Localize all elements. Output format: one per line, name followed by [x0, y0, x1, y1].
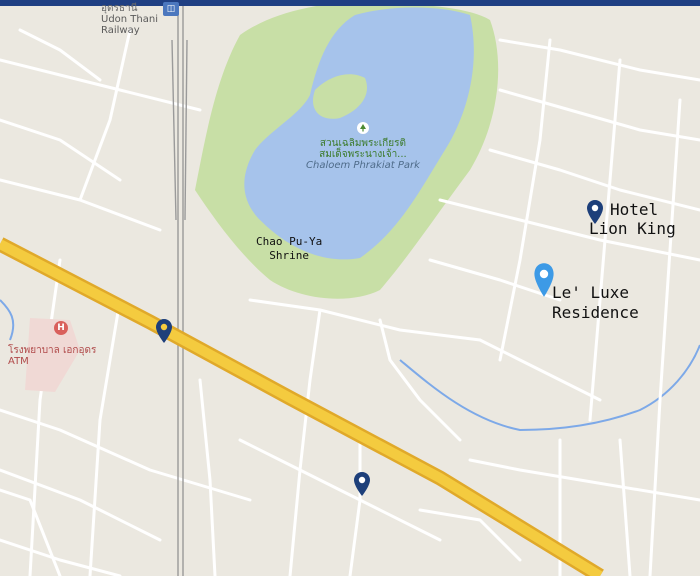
shrine-label-line1: Chao Pu-Ya: [256, 235, 323, 248]
hospital-label[interactable]: โรงพยาบาล เอกอุดร ATM: [8, 345, 96, 367]
park-thai-line1: สวนเฉลิมพระเกียรติ: [319, 138, 406, 149]
tree-icon: [356, 122, 369, 134]
residence-label-line2: Residence: [552, 303, 639, 322]
park-english-name: Chaloem Phrakiat Park: [306, 160, 420, 171]
railway-station-thai: อุดรธานี: [101, 3, 138, 14]
hotel-lion-king-label[interactable]: Hotel Lion King: [589, 200, 676, 238]
railway-station-label[interactable]: อุดรธานี Udon Thani Railway: [101, 3, 158, 36]
hospital-area-pin[interactable]: [154, 318, 174, 344]
park-thai-line2: สมเด็จพระนางเจ้า...: [319, 149, 407, 160]
shrine-label[interactable]: Chao Pu-Ya Shrine: [256, 235, 322, 263]
railway-station-name-line1: Udon Thani: [101, 14, 158, 25]
hospital-atm-label: ATM: [8, 356, 29, 367]
le-luxe-residence-label[interactable]: Le' Luxe Residence: [552, 283, 639, 323]
map-canvas[interactable]: ◫ อุดรธานี Udon Thani Railway สวนเฉลิมพร…: [0, 0, 700, 576]
railway-station-name-line2: Railway: [101, 25, 140, 36]
hospital-thai-name: โรงพยาบาล เอกอุดร: [8, 345, 97, 356]
hotel-label-line1: Hotel: [610, 200, 659, 219]
park-label[interactable]: สวนเฉลิมพระเกียรติ สมเด็จพระนางเจ้า... C…: [306, 122, 420, 171]
residence-label-line1: Le' Luxe: [552, 283, 630, 302]
hotel-label-line2: Lion King: [589, 219, 676, 238]
south-pin[interactable]: [352, 471, 372, 497]
hospital-icon[interactable]: H: [54, 321, 68, 335]
shrine-label-line2: Shrine: [269, 249, 309, 262]
train-station-icon[interactable]: ◫: [163, 2, 179, 16]
